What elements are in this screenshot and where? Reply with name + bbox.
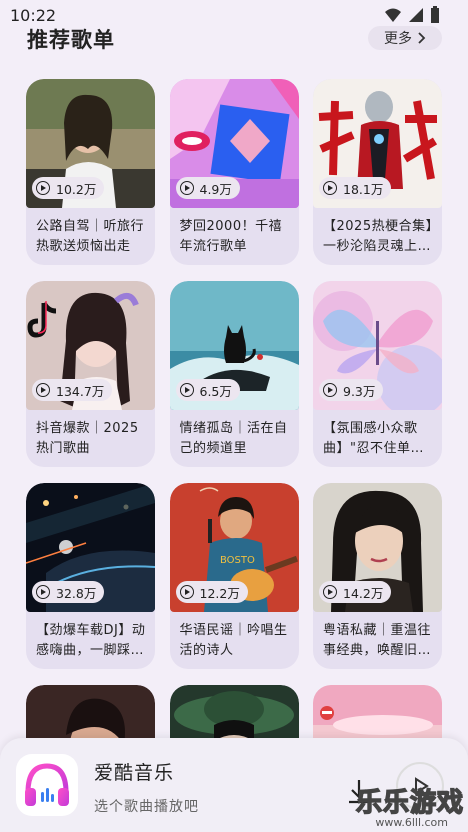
status-time: 10:22: [10, 5, 57, 25]
playlist-grid: 10.2万 公路自驾｜听旅行热歌送烦恼出走 4.9万 梦回2000！千禧年流行歌…: [26, 79, 442, 832]
playlist-title: 抖音爆款｜2025热门歌曲: [36, 421, 139, 456]
player-hint: 选个歌曲播放吧: [94, 799, 199, 815]
playlist-card[interactable]: BOSTO 12.2万 华语民谣｜吟唱生活的诗人: [169, 483, 299, 669]
play-circle-icon: [179, 383, 194, 397]
play-circle-icon: [323, 383, 337, 397]
play-count: 6.5万: [199, 383, 232, 399]
playlist-card[interactable]: 134.7万 抖音爆款｜2025热门歌曲: [26, 281, 155, 467]
playlist-card[interactable]: 10.2万 公路自驾｜听旅行热歌送烦恼出走: [26, 79, 155, 265]
play-circle-icon: [36, 383, 50, 397]
playlist-title: 公路自驾｜听旅行热歌送烦恼出走: [36, 219, 145, 254]
app-name: 爱酷音乐: [94, 762, 175, 784]
playlist-title: 【氛围感小众歌曲】"忍不住单曲…: [323, 421, 418, 456]
watermark: 乐乐游戏 www.6lll.com: [350, 780, 468, 832]
chevron-right-icon: [418, 32, 426, 44]
play-count-badge: 12.2万: [175, 581, 248, 603]
playlist-title: 【劲爆车载DJ】动感嗨曲，一脚踩…: [36, 623, 146, 658]
playlist-card[interactable]: 9.3万 【氛围感小众歌曲】"忍不住单曲…: [313, 281, 442, 467]
play-count: 32.8万: [56, 585, 97, 601]
playlist-cover: 14.2万: [313, 483, 442, 612]
svg-text:BOSTO: BOSTO: [220, 555, 255, 566]
playlist-cover: 10.2万: [26, 79, 155, 208]
signal-icon: [409, 8, 423, 22]
play-circle-icon: [323, 181, 337, 195]
play-count: 134.7万: [56, 383, 105, 399]
playlist-cover: BOSTO 12.2万: [169, 483, 299, 612]
play-count: 4.9万: [199, 181, 232, 197]
playlist-title: 梦回2000！千禧年流行歌单: [179, 219, 283, 254]
play-count-badge: 4.9万: [175, 177, 240, 199]
play-count-badge: 134.7万: [32, 379, 113, 401]
play-count: 9.3万: [343, 383, 376, 399]
play-count-badge: 32.8万: [32, 581, 105, 603]
play-circle-icon: [323, 585, 337, 599]
playlist-title: 华语民谣｜吟唱生活的诗人: [179, 623, 288, 658]
playlist-cover: 9.3万: [313, 281, 442, 410]
app-logo: [16, 754, 78, 816]
headphones-icon: [25, 763, 69, 806]
playlist-cover: 4.9万: [169, 79, 299, 208]
playlist-title: 【2025热梗合集】一秒沦陷灵魂上…: [323, 219, 433, 254]
play-count-badge: 9.3万: [319, 379, 384, 401]
playlist-cover: 18.1万: [313, 79, 442, 208]
play-circle-icon: [179, 585, 194, 599]
play-count-badge: 18.1万: [319, 177, 392, 199]
watermark-text: 乐乐游戏: [355, 787, 464, 819]
watermark-url: www.6lll.com: [375, 816, 448, 829]
wifi-icon: [385, 8, 401, 22]
play-count-badge: 10.2万: [32, 177, 105, 199]
battery-icon: [431, 6, 439, 23]
play-count-badge: 6.5万: [175, 379, 240, 401]
play-count-badge: 14.2万: [319, 581, 392, 603]
playlist-cover: 6.5万: [169, 281, 299, 410]
play-count: 18.1万: [343, 181, 384, 197]
play-count: 12.2万: [199, 585, 240, 601]
play-count: 14.2万: [343, 585, 384, 601]
more-button[interactable]: 更多: [368, 26, 442, 50]
playlist-title: 情绪孤岛｜活在自己的频道里: [179, 421, 288, 456]
play-circle-icon: [36, 585, 50, 599]
playlist-card[interactable]: 32.8万 【劲爆车载DJ】动感嗨曲，一脚踩…: [26, 483, 155, 669]
playlist-cover: 134.7万: [26, 281, 155, 410]
more-button-label: 更多: [384, 31, 412, 47]
play-circle-icon: [179, 181, 194, 195]
playlist-title: 粤语私藏｜重温往事经典，唤醒旧…: [323, 623, 432, 658]
playlist-card[interactable]: 14.2万 粤语私藏｜重温往事经典，唤醒旧…: [313, 483, 442, 669]
playlist-card[interactable]: 4.9万 梦回2000！千禧年流行歌单: [169, 79, 299, 265]
playlist-card[interactable]: 18.1万 【2025热梗合集】一秒沦陷灵魂上…: [313, 79, 442, 265]
playlist-card[interactable]: 6.5万 情绪孤岛｜活在自己的频道里: [169, 281, 299, 467]
section-title: 推荐歌单: [27, 28, 115, 52]
play-count: 10.2万: [56, 181, 97, 197]
recommended-playlists-header: 推荐歌单 更多: [0, 26, 468, 54]
playlist-cover: 32.8万: [26, 483, 155, 612]
play-circle-icon: [36, 181, 50, 195]
status-icons: [384, 6, 440, 24]
